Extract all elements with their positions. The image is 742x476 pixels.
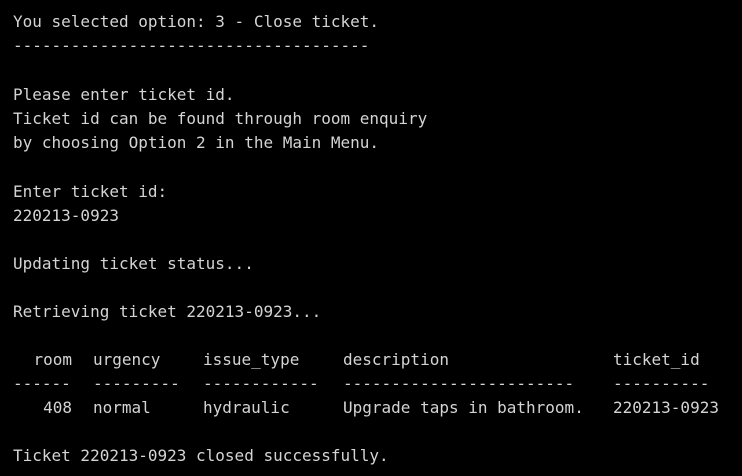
table-header-room: room xyxy=(33,350,72,369)
selected-option-line: You selected option: 3 - Close ticket. xyxy=(13,12,380,31)
terminal-output: You selected option: 3 - Close ticket. -… xyxy=(13,10,742,476)
row-issue-type: hydraulic xyxy=(203,398,290,417)
row-description: Upgrade taps in bathroom. xyxy=(343,398,584,417)
table-header-issue-type: issue_type xyxy=(203,350,300,369)
row-ticket-id: 220213-0923 xyxy=(613,398,719,417)
table-dash-issue-type: ------------ xyxy=(203,374,319,393)
retrieving-ticket-line: Retrieving ticket 220213-0923... xyxy=(13,302,322,321)
row-room: 408 xyxy=(43,398,72,417)
table-header-ticket-id: ticket_id xyxy=(613,350,700,369)
table-dash-room: ------ xyxy=(13,374,71,393)
updating-status-line: Updating ticket status... xyxy=(13,254,254,273)
enter-ticket-label: Enter ticket id: xyxy=(13,182,168,201)
entered-ticket-id: 220213-0923 xyxy=(13,206,119,225)
table-dash-ticket-id: ---------- xyxy=(613,374,710,393)
prompt-line-2: Ticket id can be found through room enqu… xyxy=(13,109,428,128)
prompt-line-1: Please enter ticket id. xyxy=(13,85,235,104)
table-header-description: description xyxy=(343,350,449,369)
table-dash-urgency: --------- xyxy=(93,374,180,393)
prompt-line-3: by choosing Option 2 in the Main Menu. xyxy=(13,133,380,152)
table-dash-description: ------------------------ xyxy=(343,374,575,393)
close-result-line: Ticket 220213-0923 closed successfully. xyxy=(13,446,389,465)
separator-line: ------------------------------------- xyxy=(13,36,370,55)
table-header-urgency: urgency xyxy=(93,350,161,369)
row-urgency: normal xyxy=(93,398,151,417)
